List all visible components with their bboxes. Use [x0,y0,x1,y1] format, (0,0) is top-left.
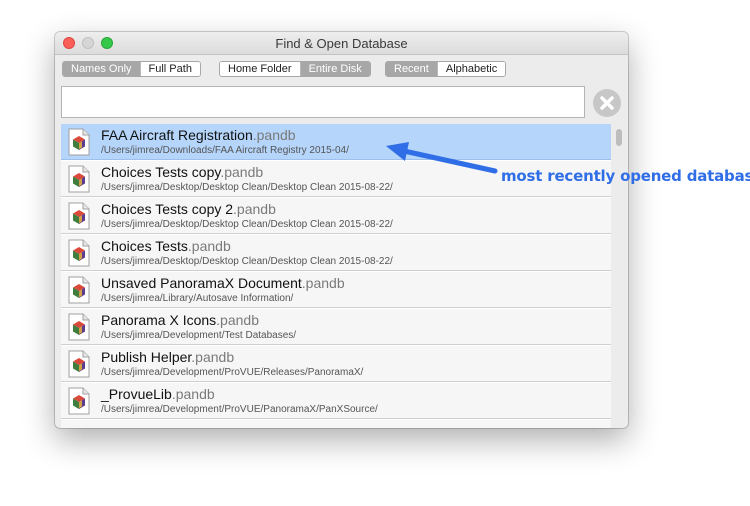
file-list-item[interactable]: Panorama X Icons.pandb/Users/jimrea/Deve… [61,309,611,345]
file-path: /Users/jimrea/Development/Test Databases… [101,330,297,341]
pointer-arrow-icon [386,142,498,174]
database-document-icon [68,313,90,341]
file-basename: FAA Aircraft Registration [101,127,253,143]
alphabetic-option[interactable]: Alphabetic [436,62,506,76]
file-extension: .pandb [233,201,276,217]
file-basename: Choices Tests copy [101,164,221,180]
scope-segmented-control: Home Folder Entire Disk [219,61,371,77]
database-document-icon [68,239,90,267]
file-extension: .pandb [171,386,215,402]
title-bar[interactable]: Find & Open Database [55,32,628,55]
file-list-item[interactable]: Unsaved PanoramaX Document.pandb/Users/j… [61,272,611,308]
file-list-item[interactable]: Choices Tests.pandb/Users/jimrea/Desktop… [61,235,611,271]
file-list-item[interactable] [61,420,611,428]
clear-search-button[interactable] [593,89,621,117]
display-mode-segmented-control: Names Only Full Path [62,61,201,77]
file-name: Publish Helper.pandb [101,349,234,365]
clear-x-circle-icon [600,96,614,110]
file-list-item[interactable]: Publish Helper.pandb/Users/jimrea/Develo… [61,346,611,382]
recent-option[interactable]: Recent [386,62,437,76]
file-name: Panorama X Icons.pandb [101,312,259,328]
database-document-icon [68,165,90,193]
entire-disk-option[interactable]: Entire Disk [299,62,370,76]
annotation-label: most recently opened database [501,167,750,185]
file-extension: .pandb [191,349,235,365]
file-name: _ProvueLib.pandb [101,386,215,402]
file-path: /Users/jimrea/Library/Autosave Informati… [101,293,294,304]
file-name: Choices Tests copy.pandb [101,164,263,180]
home-folder-option[interactable]: Home Folder [220,62,300,76]
database-document-icon [68,128,90,156]
scroll-thumb[interactable] [616,129,622,146]
file-name: Choices Tests copy 2.pandb [101,201,276,217]
database-document-icon [68,202,90,230]
file-extension: .pandb [187,238,231,254]
names-only-option[interactable]: Names Only [63,62,140,76]
file-basename: Publish Helper [101,349,192,365]
file-name: Choices Tests.pandb [101,238,231,254]
file-basename: Unsaved PanoramaX Document [101,275,302,291]
file-name: FAA Aircraft Registration.pandb [101,127,296,143]
file-list-item[interactable]: _ProvueLib.pandb/Users/jimrea/Developmen… [61,383,611,419]
file-path: /Users/jimrea/Development/ProVUE/Panoram… [101,404,378,415]
file-extension: .pandb [216,312,259,328]
file-basename: _ProvueLib [101,386,172,402]
find-open-database-window: Find & Open Database Names Only Full Pat… [55,32,628,428]
file-path: /Users/jimrea/Downloads/FAA Aircraft Reg… [101,145,349,156]
file-path: /Users/jimrea/Desktop/Desktop Clean/Desk… [101,219,393,230]
search-input[interactable] [61,86,585,118]
file-path: /Users/jimrea/Desktop/Desktop Clean/Desk… [101,182,393,193]
full-path-option[interactable]: Full Path [139,62,200,76]
file-basename: Panorama X Icons [101,312,217,328]
window-title: Find & Open Database [275,36,408,51]
file-path: /Users/jimrea/Development/ProVUE/Release… [101,367,364,378]
sort-segmented-control: Recent Alphabetic [385,61,507,77]
file-basename: Choices Tests [101,238,188,254]
file-extension: .pandb [252,127,296,143]
file-name: Unsaved PanoramaX Document.pandb [101,275,345,291]
file-path: /Users/jimrea/Desktop/Desktop Clean/Desk… [101,256,393,267]
file-extension: .pandb [220,164,264,180]
database-document-icon [68,350,90,378]
file-list-item[interactable]: Choices Tests copy 2.pandb/Users/jimrea/… [61,198,611,234]
database-document-icon [68,276,90,304]
database-document-icon [68,387,90,415]
file-list-item[interactable]: FAA Aircraft Registration.pandb/Users/ji… [61,124,611,160]
file-basename: Choices Tests copy 2 [101,201,234,217]
file-extension: .pandb [301,275,345,291]
